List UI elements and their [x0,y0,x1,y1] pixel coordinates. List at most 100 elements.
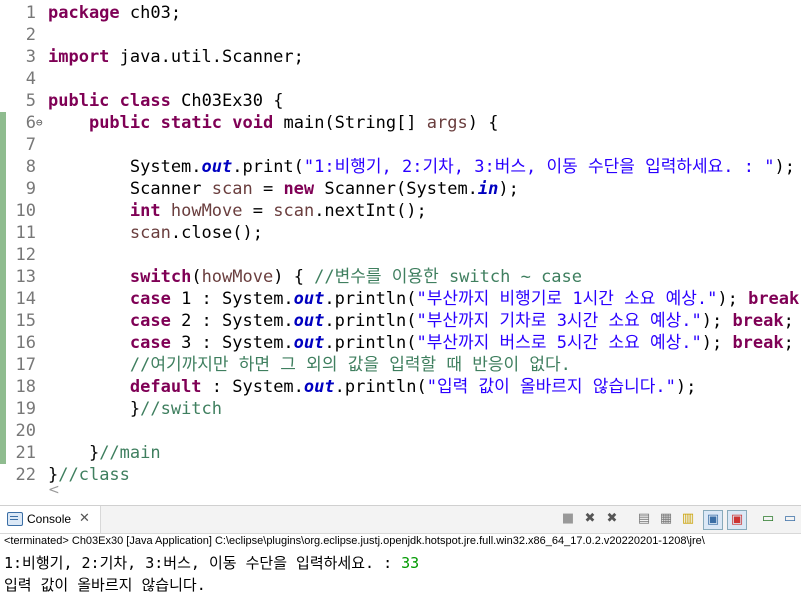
code-text: default : System.out.println("입력 값이 올바르지… [48,376,696,398]
fold-toggle-icon[interactable]: ⊖ [36,112,43,134]
code-token: break [748,289,800,309]
code-editor[interactable]: 1 package ch03; 2 3 import java.util.Scanner… [0,0,801,500]
line-number: 16 [15,333,36,353]
line-number: 14 [15,289,36,309]
line-number: 5 [25,91,36,111]
code-text: //여기까지만 하면 그 외의 값을 입력할 때 반응이 없다. [48,354,571,376]
code-token: Ch03Ex30 { [170,91,284,111]
code-line[interactable]: 1 package ch03; [0,2,801,24]
code-token: out [293,289,325,309]
console-output-line[interactable]: 1:비행기, 2:기차, 3:버스, 이동 수단을 입력하세요. : 33 [4,552,419,573]
code-token: break [732,333,784,353]
line-number: 2 [25,25,36,45]
code-text: Scanner scan = new Scanner(System.in); [48,178,519,200]
code-line[interactable]: 6 ⊖ public static void main(String[] args… [0,112,801,134]
code-token: class [119,91,171,111]
code-token: ( [191,267,202,287]
clear-console-icon[interactable]: ▤ [635,510,653,528]
code-line[interactable]: 4 [0,68,801,90]
pin-console-icon[interactable]: ▭ [759,510,777,528]
console-output-line: 입력 값이 올바르지 않습니다. [4,576,206,594]
word-wrap-icon[interactable]: ▥ [679,510,697,528]
code-token: .println( [334,377,427,397]
code-token: //변수를 이용한 switch ~ case [314,267,583,287]
line-number: 13 [15,267,36,287]
code-token: case [129,311,171,331]
line-number: 22 [15,465,36,485]
code-token: "부산까지 기차로 3시간 소요 예상." [416,311,702,331]
code-line[interactable]: 15 case 2 : System.out.println("부산까지 기차로… [0,310,801,332]
code-line[interactable]: 21 }//main [0,442,801,464]
code-token: 1 : System. [170,289,294,309]
code-line[interactable]: 19 }//switch [0,398,801,420]
code-token: ); [701,333,733,353]
code-line[interactable]: 9 Scanner scan = new Scanner(System.in); [0,178,801,200]
code-token: out [201,157,233,177]
scroll-left-icon[interactable]: < [48,482,60,498]
code-token: switch [129,267,192,287]
code-line[interactable]: 10 int howMove = scan.nextInt(); [0,200,801,222]
code-token: Scanner [48,179,212,199]
code-line[interactable]: 14 case 1 : System.out.println("부산까지 비행기… [0,288,801,310]
code-text: case 1 : System.out.println("부산까지 비행기로 1… [48,288,801,310]
terminate-icon[interactable]: ■ [559,510,577,528]
code-text: }//switch [48,398,222,420]
code-token: ); [774,157,795,177]
code-line[interactable]: 20 [0,420,801,442]
code-text: scan.close(); [48,222,263,244]
code-line[interactable]: 18 default : System.out.println("입력 값이 올… [0,376,801,398]
code-token: case [129,289,171,309]
code-token: "부산까지 비행기로 1시간 소요 예상." [416,289,718,309]
scroll-lock-icon[interactable]: ▦ [657,510,675,528]
code-line[interactable]: 13 switch(howMove) { //변수를 이용한 switch ~ … [0,266,801,288]
code-text: import java.util.Scanner; [48,46,304,68]
close-icon[interactable]: ✕ [79,510,90,526]
code-token: ); [498,179,519,199]
code-line[interactable]: 11 scan.close(); [0,222,801,244]
remove-launch-icon[interactable]: ✖ [581,510,599,528]
code-token: .println( [324,333,417,353]
tab-console[interactable]: Console ✕ [0,506,101,533]
horizontal-scrollbar[interactable]: < [40,482,801,500]
code-line[interactable]: 3 import java.util.Scanner; [0,46,801,68]
code-token: break [732,311,784,331]
line-number: 7 [25,135,36,155]
code-text: System.out.print("1:비행기, 2:기차, 3:버스, 이동 … [48,156,795,178]
code-token: 3 : System. [170,333,294,353]
console-view: Console ✕ ■ ✖ ✖ ▤ ▦ ▥ ▣ ▣ ▭ ▭ <terminate… [0,505,801,603]
code-line[interactable]: 5 public class Ch03Ex30 { [0,90,801,112]
code-token: import [48,47,110,67]
code-token: } [48,399,141,419]
code-text: case 2 : System.out.println("부산까지 기차로 3시… [48,310,794,332]
code-line[interactable]: 8 System.out.print("1:비행기, 2:기차, 3:버스, 이… [0,156,801,178]
console-icon [7,512,23,526]
code-line[interactable]: 16 case 3 : System.out.println("부산까지 버스로… [0,332,801,354]
code-line[interactable]: 7 [0,134,801,156]
code-line[interactable]: 2 [0,24,801,46]
show-on-error-icon[interactable]: ▣ [727,510,747,530]
line-number: 19 [15,399,36,419]
code-token: out [303,377,335,397]
console-tab-bar: Console ✕ ■ ✖ ✖ ▤ ▦ ▥ ▣ ▣ ▭ ▭ [0,506,801,534]
code-line[interactable]: 22}//class [0,464,801,486]
code-line[interactable]: 17 //여기까지만 하면 그 외의 값을 입력할 때 반응이 없다. [0,354,801,376]
code-token: package [48,3,120,23]
code-token: public [88,113,151,133]
code-text: }//main [48,442,161,464]
display-console-icon[interactable]: ▭ [781,510,799,528]
code-token: .print( [232,157,304,177]
code-token: howMove [170,201,243,221]
console-prompt: 1:비행기, 2:기차, 3:버스, 이동 수단을 입력하세요. : [4,554,402,572]
show-on-output-icon[interactable]: ▣ [703,510,723,530]
code-token: int [129,201,161,221]
remove-all-icon[interactable]: ✖ [603,510,621,528]
code-line[interactable]: 12 [0,244,801,266]
line-number: 17 [15,355,36,375]
code-token: .println( [324,289,417,309]
